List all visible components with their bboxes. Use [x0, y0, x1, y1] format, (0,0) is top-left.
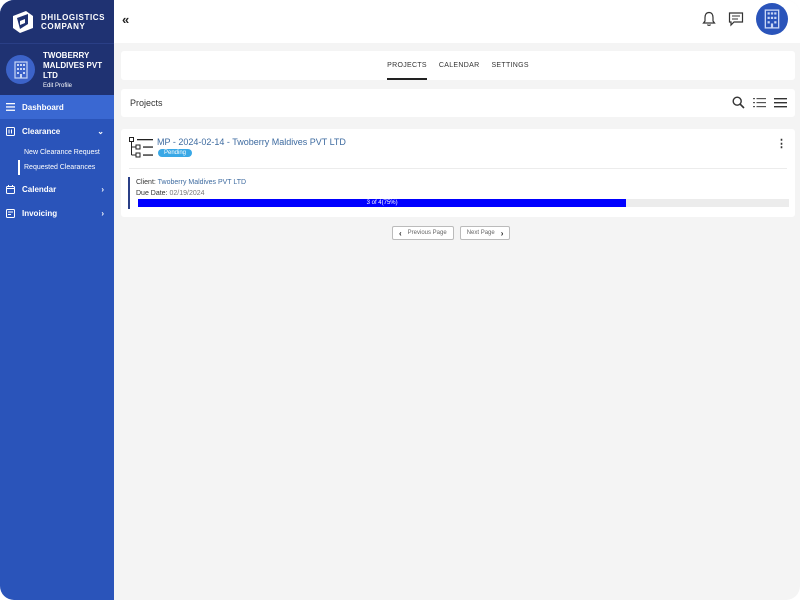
company-name: TWOBERRY MALDIVES PVT LTD	[43, 51, 102, 81]
page-title: Projects	[130, 98, 163, 108]
compact-view-icon[interactable]	[774, 97, 787, 108]
edit-profile-link[interactable]: Edit Profile	[43, 83, 102, 89]
progress-bar: 3 of 4(75%)	[138, 199, 789, 207]
project-details: Client: Twoberry Maldives PVT LTD Due Da…	[128, 177, 789, 209]
logo-icon	[13, 10, 33, 33]
app-window: DHILOGISTICS COMPANY TWOBERRY MALDIVES P…	[0, 0, 800, 600]
previous-page-button[interactable]: ‹ Previous Page	[392, 226, 454, 240]
progress-label: 3 of 4(75%)	[366, 200, 398, 206]
sidebar-subitem-requested-clearances[interactable]: Requested Clearances	[18, 160, 114, 175]
menu-icon	[6, 103, 15, 111]
list-view-icon[interactable]	[753, 97, 766, 108]
bell-icon[interactable]	[702, 11, 716, 27]
sidebar-item-label: Dashboard	[22, 102, 64, 112]
due-date-label: Due Date:	[136, 190, 168, 197]
next-page-label: Next Page	[466, 230, 495, 236]
collapse-sidebar-button[interactable]: «	[122, 12, 129, 27]
sidebar: DHILOGISTICS COMPANY TWOBERRY MALDIVES P…	[0, 0, 114, 600]
project-card[interactable]: MP - 2024-02-14 - Twoberry Maldives PVT …	[121, 129, 795, 217]
client-line: Client: Twoberry Maldives PVT LTD	[136, 177, 788, 188]
chevron-right-icon: ›	[101, 184, 104, 194]
brand-subtitle: COMPANY	[41, 21, 86, 31]
more-options-icon[interactable]: ⋮	[776, 137, 787, 150]
tab-calendar[interactable]: CALENDAR	[439, 51, 480, 80]
pagination: ‹ Previous Page Next Page ›	[392, 226, 511, 240]
tab-projects[interactable]: PROJECTS	[387, 51, 427, 80]
clearance-submenu: New Clearance Request Requested Clearanc…	[0, 145, 114, 175]
tab-bar: PROJECTS CALENDAR SETTINGS	[121, 51, 795, 80]
next-page-button[interactable]: Next Page ›	[459, 226, 511, 240]
search-icon[interactable]	[732, 96, 745, 109]
company-name-line3: LTD	[43, 70, 58, 80]
due-date-line: Due Date: 02/19/2024	[136, 188, 788, 199]
brand[interactable]: DHILOGISTICS COMPANY	[0, 0, 114, 43]
due-date-value: 02/19/2024	[169, 190, 205, 197]
clearance-icon	[6, 126, 15, 136]
company-name-line2: MALDIVES PVT	[43, 60, 103, 70]
sidebar-item-label: Calendar	[22, 184, 57, 194]
building-icon	[13, 60, 28, 79]
top-bar: «	[114, 0, 800, 43]
tab-settings[interactable]: SETTINGS	[491, 51, 528, 80]
sidebar-item-clearance[interactable]: Clearance ⌄	[0, 119, 114, 143]
chevron-left-icon: ‹	[399, 228, 402, 238]
sidebar-item-dashboard[interactable]: Dashboard	[0, 95, 114, 119]
chevron-right-icon: ›	[500, 228, 504, 238]
company-avatar	[6, 55, 35, 84]
divider	[129, 168, 787, 169]
client-value: Twoberry Maldives PVT LTD	[157, 179, 247, 186]
chevron-right-icon: ›	[101, 208, 104, 218]
building-icon	[764, 9, 780, 29]
project-tree-icon	[129, 137, 153, 158]
project-title[interactable]: MP - 2024-02-14 - Twoberry Maldives PVT …	[157, 137, 346, 147]
brand-name: DHILOGISTICS	[41, 12, 106, 22]
status-badge: Pending	[158, 149, 193, 157]
previous-page-label: Previous Page	[407, 230, 447, 236]
user-avatar[interactable]	[756, 3, 788, 35]
sidebar-subitem-new-clearance[interactable]: New Clearance Request	[24, 145, 114, 160]
company-name-line1: TWOBERRY	[43, 50, 90, 60]
client-label: Client:	[136, 179, 156, 186]
sidebar-item-invoicing[interactable]: Invoicing ›	[0, 201, 114, 225]
sidebar-item-label: Invoicing	[22, 208, 58, 218]
invoice-icon	[6, 208, 15, 218]
sidebar-item-calendar[interactable]: Calendar ›	[0, 177, 114, 201]
message-icon[interactable]	[728, 11, 744, 27]
calendar-icon	[6, 184, 15, 194]
profile[interactable]: TWOBERRY MALDIVES PVT LTD Edit Profile	[0, 43, 114, 95]
sidebar-item-label: Clearance	[22, 126, 61, 136]
chevron-down-icon: ⌄	[97, 126, 104, 136]
projects-header: Projects	[121, 89, 795, 117]
